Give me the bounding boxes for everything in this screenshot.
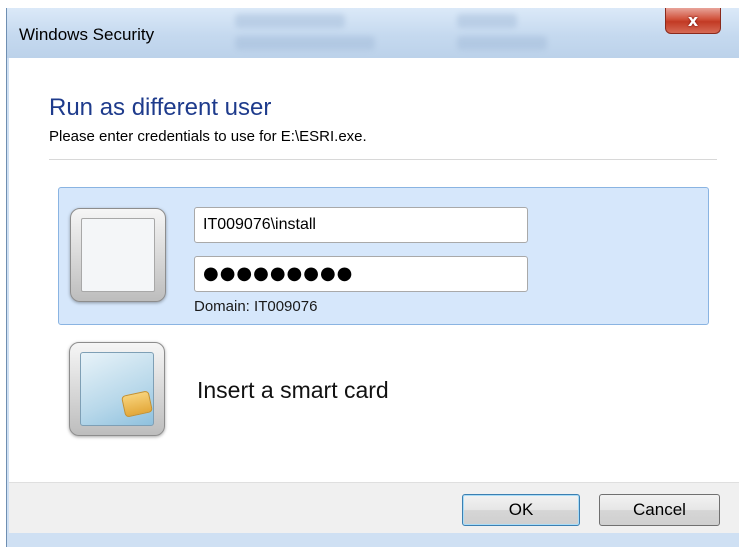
title-bar[interactable]: Windows Security x xyxy=(7,8,739,58)
domain-label: Domain: IT009076 xyxy=(194,298,317,315)
divider xyxy=(49,159,717,160)
smart-card-image xyxy=(80,352,154,426)
smart-card-icon[interactable] xyxy=(69,342,165,436)
username-input[interactable]: IT009076\install xyxy=(194,207,528,243)
close-icon: x xyxy=(688,11,698,30)
background-blur xyxy=(235,36,375,50)
background-blur xyxy=(457,36,547,50)
credential-tile-selected[interactable]: IT009076\install ●●●●●●●●● Domain: IT009… xyxy=(58,187,709,325)
password-input[interactable]: ●●●●●●●●● xyxy=(194,256,528,292)
dialog-heading: Run as different user xyxy=(49,94,271,122)
window-title: Windows Security xyxy=(19,25,154,45)
button-bar: OK Cancel xyxy=(9,482,739,533)
dialog-client-area: Run as different user Please enter crede… xyxy=(9,58,739,532)
background-blur xyxy=(457,14,517,28)
ok-button[interactable]: OK xyxy=(462,494,580,526)
dialog-subheading: Please enter credentials to use for E:\E… xyxy=(49,128,367,145)
insert-smart-card-option[interactable]: Insert a smart card xyxy=(197,377,389,404)
cancel-button[interactable]: Cancel xyxy=(599,494,720,526)
user-picture-frame xyxy=(81,218,155,292)
background-blur xyxy=(235,14,345,28)
chip-icon xyxy=(121,390,153,417)
close-button[interactable]: x xyxy=(665,8,721,34)
windows-security-dialog: Windows Security x Run as different user… xyxy=(6,8,739,547)
user-tile-icon xyxy=(70,208,166,302)
